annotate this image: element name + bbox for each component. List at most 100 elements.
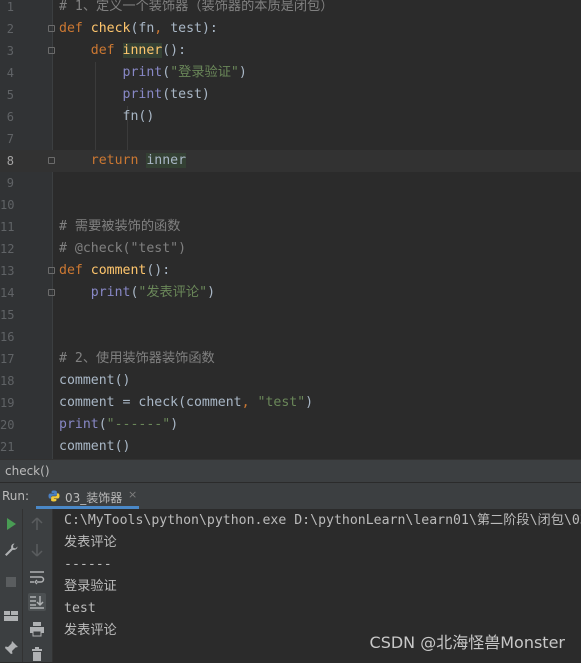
line-number: 21 (0, 440, 15, 454)
code-line[interactable]: 5 print(test) (0, 84, 581, 106)
code-line[interactable]: 16 (0, 326, 581, 348)
code-line[interactable]: 9 (0, 172, 581, 194)
code-token: comment() (59, 439, 131, 454)
code-token: comment() (59, 373, 131, 388)
arrow-down-icon[interactable] (28, 541, 46, 559)
code-line[interactable]: 7 (0, 128, 581, 150)
code-token: def (59, 43, 123, 58)
code-editor[interactable]: 1 # 1、定义一个装饰器（装饰器的本质是闭包） 2 def check(fn, te… (0, 0, 581, 459)
code-text: # 1、定义一个装饰器（装饰器的本质是闭包） (59, 0, 333, 18)
run-tool-window-header: Run: 03_装饰器 × (0, 482, 581, 509)
fold-marker-icon[interactable] (48, 289, 55, 296)
code-line[interactable]: 4 print("登录验证") (0, 62, 581, 84)
code-text: comment = check(comment, "test") (59, 392, 313, 414)
code-token: , (241, 395, 258, 410)
scroll-to-end-icon[interactable] (28, 593, 46, 611)
run-actions-toolbar (0, 509, 23, 662)
pin-icon[interactable] (2, 639, 20, 657)
code-token: (fn (130, 21, 155, 36)
run-tab-label[interactable]: 03_装饰器 (65, 489, 122, 506)
code-text: # 需要被装饰的函数 (59, 216, 180, 238)
code-line[interactable]: 1 # 1、定义一个装饰器（装饰器的本质是闭包） (0, 0, 581, 18)
breadcrumb-function[interactable]: check() (5, 464, 50, 478)
code-token: (test) (162, 87, 210, 102)
code-token: fn() (59, 109, 155, 124)
line-number: 4 (6, 66, 14, 80)
code-token: # @check("test") (59, 241, 187, 256)
code-line[interactable]: 20 print("------") (0, 414, 581, 436)
code-token: def (59, 263, 91, 278)
line-number: 11 (0, 220, 15, 234)
code-line[interactable]: 18 comment() (0, 370, 581, 392)
fold-marker-icon[interactable] (48, 157, 55, 164)
code-line[interactable]: 19 comment = check(comment, "test") (0, 392, 581, 414)
code-token: ) (238, 65, 247, 80)
fold-marker-icon[interactable] (48, 25, 55, 32)
code-token: return (59, 153, 147, 168)
wrench-icon[interactable] (2, 541, 20, 559)
close-icon[interactable]: × (128, 488, 137, 501)
code-line[interactable]: 15 (0, 304, 581, 326)
print-icon[interactable] (28, 620, 46, 638)
python-icon (48, 490, 60, 502)
code-text: comment() (59, 436, 130, 458)
code-line[interactable]: 13 def comment(): (0, 260, 581, 282)
arrow-up-icon[interactable] (28, 515, 46, 533)
code-token: "登录验证" (170, 65, 239, 80)
code-line[interactable]: 10 (0, 194, 581, 216)
fold-marker-icon[interactable] (48, 47, 55, 54)
run-tab-active[interactable]: 03_装饰器 × (36, 483, 139, 509)
code-line[interactable]: 3 def inner(): (0, 40, 581, 62)
line-number: 6 (6, 110, 14, 124)
code-token: ( (162, 65, 171, 80)
line-number: 20 (0, 418, 15, 432)
trash-icon[interactable] (28, 645, 46, 663)
code-line[interactable]: 11 # 需要被装饰的函数 (0, 216, 581, 238)
code-text: def check(fn, test): (59, 18, 218, 40)
line-number: 2 (6, 22, 14, 36)
line-number: 17 (0, 352, 15, 366)
code-token: ) (305, 395, 314, 410)
code-text: print(test) (59, 84, 210, 106)
code-text: # @check("test") (59, 238, 186, 260)
soft-wrap-icon[interactable] (28, 568, 46, 586)
code-token: def (59, 21, 91, 36)
code-line[interactable]: 17 # 2、使用装饰器装饰函数 (0, 348, 581, 370)
code-token: # 需要被装饰的函数 (59, 219, 181, 234)
stop-icon[interactable] (2, 573, 20, 591)
breadcrumb[interactable]: check() (0, 459, 581, 482)
line-number: 10 (0, 198, 15, 212)
code-token: comment (90, 263, 147, 278)
code-token: ) (170, 417, 179, 432)
code-line[interactable]: 14 print("发表评论") (0, 282, 581, 304)
rerun-icon[interactable] (2, 515, 20, 533)
layout-icon[interactable] (2, 607, 20, 625)
code-line[interactable]: 2 def check(fn, test): (0, 18, 581, 40)
line-number: 1 (6, 0, 14, 14)
code-token: print (90, 285, 131, 300)
code-text: def comment(): (59, 260, 170, 282)
code-token: "test" (257, 395, 306, 410)
code-line[interactable]: 21 comment() (0, 436, 581, 458)
console-command-line: C:\MyTools\python\python.exe D:\pythonLe… (64, 513, 581, 528)
code-token: check (90, 21, 131, 36)
code-text: # 2、使用装饰器装饰函数 (59, 348, 215, 370)
code-line[interactable]: 6 fn() (0, 106, 581, 128)
code-token: test): (170, 21, 218, 36)
fold-marker-icon[interactable] (48, 267, 55, 274)
line-number: 5 (6, 88, 14, 102)
code-text: return inner (59, 150, 187, 172)
line-number: 8 (6, 154, 14, 168)
code-text: print("登录验证") (59, 62, 247, 84)
code-line[interactable]: 12 # @check("test") (0, 238, 581, 260)
line-number: 19 (0, 396, 15, 410)
line-number: 12 (0, 242, 15, 256)
code-line[interactable]: 8 return inner (0, 150, 581, 172)
line-number: 14 (0, 286, 15, 300)
run-console[interactable]: C:\MyTools\python\python.exe D:\pythonLe… (53, 509, 581, 662)
watermark: CSDN @北海怪兽Monster (369, 633, 565, 652)
console-output-line: test (64, 601, 96, 616)
